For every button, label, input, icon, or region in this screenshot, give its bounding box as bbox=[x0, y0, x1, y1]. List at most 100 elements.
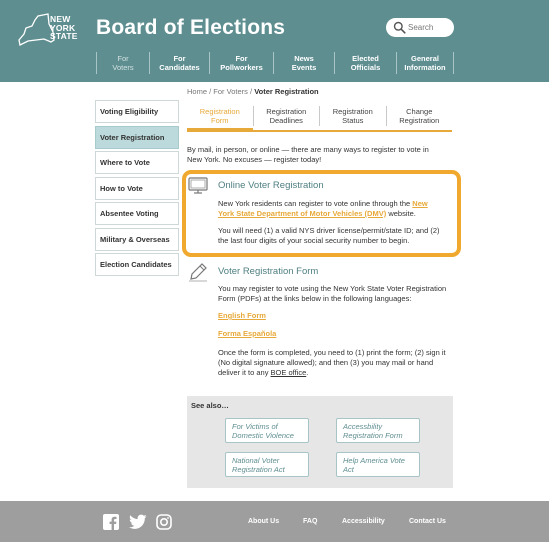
footer-link-contact-us[interactable]: Contact Us bbox=[409, 518, 446, 525]
site-header: NEW YORK STATE Board of Elections ForVot… bbox=[0, 0, 549, 82]
nav-for-candidates[interactable]: For Candidates bbox=[149, 52, 209, 74]
tab-label-line2: Status bbox=[342, 116, 364, 125]
sidebar-item-where-to-vote[interactable]: Where to Vote bbox=[95, 151, 179, 174]
online-requirements-line-2: the last four digits of your social secu… bbox=[218, 236, 410, 245]
nav-general-information[interactable]: General Information bbox=[396, 52, 454, 74]
dmv-link[interactable]: New bbox=[412, 199, 427, 208]
online-registration-text: New York residents can register to vote … bbox=[218, 199, 454, 219]
search-input[interactable] bbox=[408, 20, 450, 35]
tab-label-line1: Registration bbox=[332, 107, 373, 116]
tab-registration-deadlines[interactable]: Registration Deadlines bbox=[252, 106, 320, 126]
nav-label-line1: General bbox=[411, 54, 439, 63]
see-also-label-line1: Accessbility bbox=[343, 422, 383, 431]
registration-form-text: You may register to vote using the New Y… bbox=[218, 284, 454, 304]
english-form-link[interactable]: English Form bbox=[218, 311, 266, 321]
see-also-nvra-button[interactable]: National Voter Registration Act bbox=[225, 452, 309, 477]
top-nav: For Voters For Candidates For Pollworkers N… bbox=[96, 52, 454, 74]
see-also-hava-button[interactable]: Help America Vote Act bbox=[336, 452, 420, 477]
nav-for-voters[interactable]: For Voters bbox=[96, 52, 149, 74]
see-also-label-line1: For Victims of bbox=[232, 422, 278, 431]
twitter-icon[interactable] bbox=[129, 514, 147, 530]
breadcrumb-for-voters[interactable]: For Voters bbox=[213, 87, 248, 96]
facebook-icon[interactable] bbox=[103, 514, 119, 530]
nav-for-pollworkers[interactable]: For Pollworkers bbox=[209, 52, 273, 74]
see-also-accessibility-form-button[interactable]: Accessbility Registration Form bbox=[336, 418, 420, 443]
tab-label-line1: Registration bbox=[266, 107, 307, 116]
tab-change-registration[interactable]: Change Registration bbox=[385, 106, 453, 126]
nav-label-line1: For bbox=[235, 54, 248, 63]
form-text-line-2: Form (PDFs) at the links below in the fo… bbox=[218, 294, 412, 303]
nav-label-line1: For bbox=[117, 54, 129, 63]
intro-line-1: By mail, in person, or online — there ar… bbox=[187, 145, 429, 154]
see-also-label-line2: Registration Act bbox=[232, 465, 285, 474]
instagram-icon[interactable] bbox=[156, 514, 172, 530]
see-also-label-line2: Domestic Violence bbox=[232, 431, 294, 440]
logo-line-3: STATE bbox=[50, 31, 78, 41]
online-requirements-text: You will need (1) a valid NYS driver lic… bbox=[218, 226, 454, 246]
online-text-before-link: New York residents can register to vote … bbox=[218, 199, 413, 208]
breadcrumb-separator: / bbox=[250, 87, 253, 96]
form-instructions-line-1: Once the form is completed, you need to … bbox=[218, 348, 446, 357]
tab-label-line2: Form bbox=[211, 116, 229, 125]
form-instructions-period: . bbox=[306, 368, 309, 377]
sidebar-item-voter-registration[interactable]: Voter Registration bbox=[95, 125, 179, 149]
sidebar-item-absentee-voting[interactable]: Absentee Voting bbox=[95, 202, 179, 225]
see-also-label-line1: National Voter bbox=[232, 456, 280, 465]
sidebar: Voting Eligibility Voter Registration Wh… bbox=[95, 100, 179, 279]
logo-text: NEW YORK STATE bbox=[50, 15, 78, 41]
online-registration-title: Online Voter Registration bbox=[218, 180, 324, 191]
breadcrumb-separator: / bbox=[209, 87, 212, 96]
tab-label-line1: Registration bbox=[199, 107, 240, 116]
breadcrumb: Home / For Voters / Voter Registration bbox=[187, 87, 319, 96]
see-also-title: See also… bbox=[191, 401, 229, 410]
tab-registration-status[interactable]: Registration Status bbox=[319, 106, 386, 126]
nav-elected-officials[interactable]: Elected Officials bbox=[334, 52, 396, 74]
sidebar-item-election-candidates[interactable]: Election Candidates bbox=[95, 253, 179, 276]
online-requirements-line-1: You will need (1) a valid NYS driver lic… bbox=[218, 226, 440, 235]
online-text-after-link: website. bbox=[386, 209, 416, 218]
form-instructions-line-2: (No digital signature allowed); and then… bbox=[218, 358, 434, 367]
nav-label-line2: Pollworkers bbox=[220, 63, 263, 72]
nav-label-line2: Information bbox=[404, 63, 446, 72]
nav-label-line1: Elected bbox=[352, 54, 379, 63]
boe-office-link[interactable]: BOE office bbox=[271, 368, 307, 377]
site-footer: About Us FAQ Accessibility Contact Us bbox=[0, 501, 549, 542]
nav-news-events[interactable]: News Events bbox=[273, 52, 334, 74]
site-title: Board of Elections bbox=[96, 16, 286, 39]
nys-logo[interactable]: NEW YORK STATE bbox=[18, 12, 80, 46]
see-also-label-line2: Registration Form bbox=[343, 431, 403, 440]
dmv-link-continued[interactable]: York State Department of Motor Vehicles … bbox=[218, 209, 386, 218]
footer-link-faq[interactable]: FAQ bbox=[303, 518, 317, 525]
see-also-panel: See also… For Victims of Domestic Violen… bbox=[187, 396, 453, 488]
spanish-form-link[interactable]: Forma Española bbox=[218, 329, 276, 339]
tab-label-line2: Registration bbox=[399, 116, 440, 125]
intro-text: By mail, in person, or online — there ar… bbox=[187, 145, 455, 165]
form-text-line-1: You may register to vote using the New Y… bbox=[218, 284, 447, 293]
search-box[interactable] bbox=[386, 18, 454, 37]
form-instructions-line-3: deliver it to any bbox=[218, 368, 271, 377]
nav-label-line2: Officials bbox=[350, 63, 381, 72]
sidebar-item-how-to-vote[interactable]: How to Vote bbox=[95, 176, 179, 200]
nav-label-line2: Events bbox=[291, 63, 317, 72]
search-icon[interactable] bbox=[393, 21, 406, 34]
nav-label-line2: Candidates bbox=[159, 63, 200, 72]
sidebar-item-military-overseas[interactable]: Military & Overseas bbox=[95, 227, 179, 251]
see-also-domestic-violence-button[interactable]: For Victims of Domestic Violence bbox=[225, 418, 309, 443]
see-also-label-line2: Act bbox=[343, 465, 354, 474]
computer-monitor-icon bbox=[188, 177, 208, 194]
breadcrumb-home[interactable]: Home bbox=[187, 87, 207, 96]
tab-label-line1: Change bbox=[406, 107, 433, 116]
registration-form-title: Voter Registration Form bbox=[218, 266, 319, 277]
footer-link-accessibility[interactable]: Accessibility bbox=[342, 518, 385, 525]
sidebar-item-voting-eligibility[interactable]: Voting Eligibility bbox=[95, 100, 179, 123]
pencil-icon bbox=[189, 263, 207, 282]
nav-label-line1: For bbox=[173, 54, 186, 63]
form-instructions-text: Once the form is completed, you need to … bbox=[218, 348, 454, 378]
nav-label-line1: News bbox=[294, 54, 314, 63]
nav-label-line2: Voters bbox=[112, 63, 134, 72]
tab-registration-form[interactable]: Registration Form bbox=[187, 106, 253, 126]
intro-line-2: New York. No excuses — register today! bbox=[187, 155, 322, 164]
footer-link-about-us[interactable]: About Us bbox=[248, 518, 279, 525]
tab-label-line2: Deadlines bbox=[269, 116, 303, 125]
active-tab-indicator bbox=[187, 128, 253, 132]
